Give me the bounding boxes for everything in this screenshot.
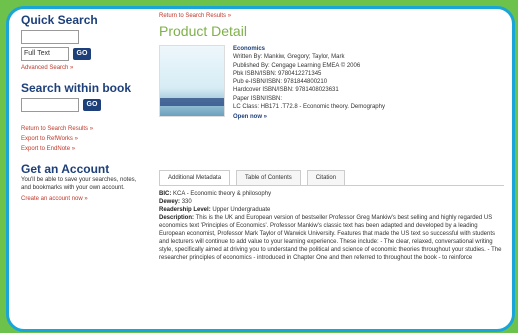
meta-line: Pub e-ISBN/ISBN: 9781844800210 — [233, 79, 328, 86]
export-refworks-link[interactable]: Export to RefWorks » — [21, 136, 139, 142]
account-title: Get an Account — [21, 162, 110, 176]
description-label: Description: — [159, 214, 195, 221]
dewey-label: Dewey: — [159, 198, 181, 205]
meta-line: Pbk ISBN/ISBN: 9780412271345 — [233, 70, 322, 77]
within-book-input[interactable] — [21, 98, 79, 112]
metadata-panel: BIC: KCA - Economic theory & philosophy … — [159, 186, 504, 262]
meta-line: Published By: Cengage Learning EMEA © 20… — [233, 62, 361, 69]
bic-value: KCA - Economic theory & philosophy — [173, 190, 272, 197]
return-to-results-link[interactable]: Return to Search Results » — [21, 126, 139, 132]
tab-additional-metadata[interactable]: Additional Metadata — [159, 169, 231, 185]
page-title: Product Detail — [159, 23, 247, 39]
quick-search-title: Quick Search — [21, 13, 98, 27]
account-text: You'll be able to save your searches, no… — [21, 177, 137, 191]
book-title: Economics — [233, 46, 266, 52]
within-book-title: Search within book — [21, 81, 132, 95]
within-book-go-button[interactable]: GO — [83, 99, 101, 111]
meta-line: Written By: Mankiw, Gregory; Taylor, Mar… — [233, 54, 345, 61]
tab-table-of-contents[interactable]: Table of Contents — [236, 169, 301, 185]
quick-search-input[interactable] — [21, 30, 79, 44]
meta-line: Paper ISBN/ISBN: — [233, 95, 283, 102]
quick-search-go-button[interactable]: GO — [73, 48, 91, 60]
open-now-link[interactable]: Open now » — [233, 113, 385, 121]
readership-value: Upper Undergraduate — [212, 206, 271, 213]
main-content: Return to Search Results » Product Detai… — [159, 13, 504, 329]
create-account-link[interactable]: Create an account now » — [21, 196, 139, 202]
book-cover-image — [159, 45, 225, 117]
bic-label: BIC: — [159, 190, 172, 197]
readership-label: Readership Level: — [159, 206, 211, 213]
sidebar: Quick Search Full Text GO Advanced Searc… — [21, 13, 139, 202]
breadcrumb[interactable]: Return to Search Results » — [159, 13, 504, 19]
content-frame: Quick Search Full Text GO Advanced Searc… — [6, 6, 515, 332]
meta-line: LC Class: HB171 .T72.8 - Economic theory… — [233, 104, 385, 111]
tab-citation[interactable]: Citation — [306, 169, 346, 185]
book-metadata: Economics Written By: Mankiw, Gregory; T… — [233, 45, 385, 122]
detail-tabs: Additional Metadata Table of Contents Ci… — [159, 169, 504, 186]
search-type-select[interactable]: Full Text — [21, 47, 69, 61]
product-detail: Economics Written By: Mankiw, Gregory; T… — [159, 45, 504, 122]
cover-band — [160, 98, 224, 106]
description-value: This is the UK and European version of b… — [159, 214, 502, 261]
meta-line: Hardcover ISBN/ISBN: 9781408023631 — [233, 87, 339, 94]
dewey-value: 330 — [181, 198, 192, 205]
